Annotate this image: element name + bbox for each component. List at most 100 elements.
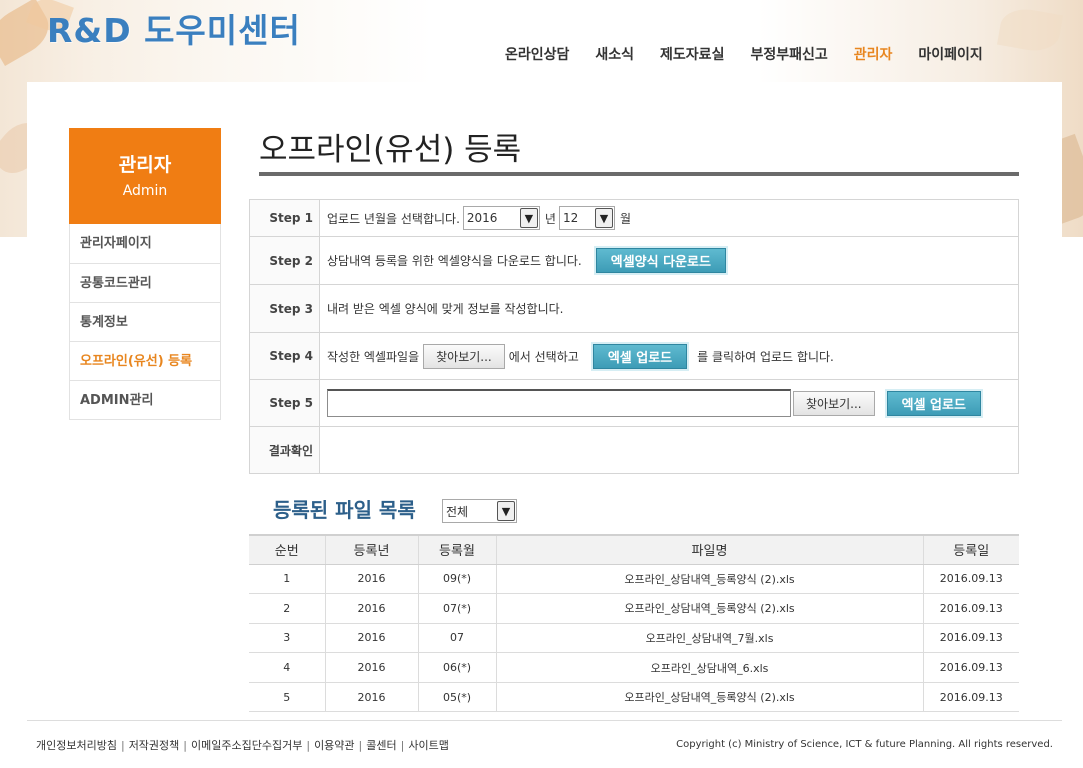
footer-divider [27,720,1062,721]
col-header-no: 순번 [249,534,325,565]
cell-filename[interactable]: 오프라인_상담내역_등록양식 (2).xls [495,682,923,713]
cell-year: 2016 [324,623,418,654]
footer-separator: | [183,739,188,752]
step-label: Step 4 [250,333,320,379]
sidebar-item-admin-page[interactable]: 관리자페이지 [70,224,220,263]
footer-link-callcenter[interactable]: 콜센터 [366,739,396,752]
cell-date: 2016.09.13 [922,682,1019,713]
cell-no: 2 [249,593,325,624]
result-label: 결과확인 [250,427,320,473]
page-title: 오프라인(유선) 등록 [259,132,522,168]
cell-no: 3 [249,623,325,654]
step-label: Step 1 [250,200,320,236]
file-list-title: 등록된 파일 목록 [273,498,416,522]
step-row-1: Step 1 업로드 년월을 선택합니다. 2016 ▼ 년 12 ▼ 월 [250,200,1018,236]
sidebar-menu: 관리자페이지 공통코드관리 통계정보 오프라인(유선) 등록 ADMIN관리 [69,224,221,420]
year-unit: 년 [544,211,556,226]
cell-year: 2016 [324,593,418,624]
global-nav: 온라인상담 새소식 제도자료실 부정부패신고 관리자 마이페이지 [505,44,1009,64]
step-row-4: Step 4 작성한 엑셀파일을 찾아보기... 에서 선택하고 엑셀 업로드 … [250,332,1018,379]
cell-month: 06(*) [417,652,496,683]
nav-item-news[interactable]: 새소식 [595,44,634,64]
chevron-down-icon: ▼ [497,501,515,521]
year-select-value: 2016 [466,211,498,225]
step-text: 에서 선택하고 [508,349,579,364]
step-row-3: Step 3 내려 받은 엑셀 양식에 맞게 정보를 작성합니다. [250,284,1018,332]
excel-upload-button[interactable]: 엑셀 업로드 [886,390,981,416]
col-header-filename: 파일명 [495,534,923,565]
file-path-input[interactable] [327,389,791,417]
filter-select-value: 전체 [446,504,469,519]
step-text: 를 클릭하여 업로드 합니다. [697,349,834,364]
col-header-month: 등록월 [417,534,496,565]
step-text: 내려 받은 엑셀 양식에 맞게 정보를 작성합니다. [327,302,564,316]
sidebar-item-common-code[interactable]: 공통코드관리 [70,263,220,302]
cell-year: 2016 [324,564,418,595]
cell-month: 09(*) [417,564,496,595]
sidebar-item-offline-register[interactable]: 오프라인(유선) 등록 [70,341,220,380]
cell-filename[interactable]: 오프라인_상담내역_등록양식 (2).xls [495,564,923,595]
footer-link-sitemap[interactable]: 사이트맵 [408,739,448,752]
footer-separator: | [120,739,125,752]
cell-date: 2016.09.13 [922,593,1019,624]
cell-date: 2016.09.13 [922,623,1019,654]
step-label: Step 3 [250,285,320,332]
cell-filename[interactable]: 오프라인_상담내역_등록양식 (2).xls [495,593,923,624]
step-label: Step 2 [250,237,320,284]
cell-year: 2016 [324,652,418,683]
table-row[interactable]: 1 2016 09(*) 오프라인_상담내역_등록양식 (2).xls 2016… [249,564,1019,595]
step-label: Step 5 [250,380,320,426]
nav-item-admin[interactable]: 관리자 [854,44,893,64]
footer-link-copyright[interactable]: 저작권정책 [129,739,180,752]
footer-link-email-policy[interactable]: 이메일주소집단수집거부 [191,739,302,752]
sidebar-item-admin-manage[interactable]: ADMIN관리 [70,380,220,419]
result-area [320,427,1018,473]
browse-button-example: 찾아보기... [423,343,505,369]
cell-date: 2016.09.13 [922,564,1019,595]
cell-no: 4 [249,652,325,683]
file-list-table: 순번 등록년 등록월 파일명 등록일 1 2016 09(*) 오프라인_상담내… [249,534,1019,713]
table-row[interactable]: 2 2016 07(*) 오프라인_상담내역_등록양식 (2).xls 2016… [249,593,1019,624]
cell-filename[interactable]: 오프라인_상담내역_7월.xls [495,623,923,654]
step-row-result: 결과확인 [250,426,1018,473]
cell-date: 2016.09.13 [922,652,1019,683]
footer-links: 개인정보처리방침 | 저작권정책 | 이메일주소집단수집거부 | 이용약관 | 콜센터 | 사이트맵 [36,737,449,753]
steps-table: Step 1 업로드 년월을 선택합니다. 2016 ▼ 년 12 ▼ 월 St… [249,199,1019,474]
cell-month: 05(*) [417,682,496,713]
sidebar-header: 관리자 Admin [69,128,221,224]
step-text: 작성한 엑셀파일을 [327,349,420,364]
month-select[interactable]: 12 ▼ [558,206,615,230]
footer-link-terms[interactable]: 이용약관 [314,739,354,752]
table-row[interactable]: 4 2016 06(*) 오프라인_상담내역_6.xls 2016.09.13 [249,652,1019,683]
excel-upload-button-example: 엑셀 업로드 [592,343,688,369]
cell-no: 5 [249,682,325,713]
title-divider [259,172,1019,176]
cell-filename[interactable]: 오프라인_상담내역_6.xls [495,652,923,683]
file-list-filter-select[interactable]: 전체 ▼ [442,499,517,523]
footer-separator: | [306,739,311,752]
sidebar-title: 관리자 [118,154,172,176]
browse-button[interactable]: 찾아보기... [793,390,875,416]
excel-template-download-button[interactable]: 엑셀양식 다운로드 [595,248,726,273]
cell-no: 1 [249,564,325,595]
month-select-value: 12 [562,211,579,225]
year-select[interactable]: 2016 ▼ [462,206,540,230]
table-row[interactable]: 5 2016 05(*) 오프라인_상담내역_등록양식 (2).xls 2016… [249,682,1019,713]
nav-item-mypage[interactable]: 마이페이지 [918,44,982,64]
sidebar-item-statistics[interactable]: 통계정보 [70,302,220,341]
chevron-down-icon: ▼ [594,208,613,228]
footer-link-privacy[interactable]: 개인정보처리방침 [36,739,117,752]
col-header-date: 등록일 [922,534,1019,565]
nav-item-archive[interactable]: 제도자료실 [660,44,724,64]
table-header-row: 순번 등록년 등록월 파일명 등록일 [249,534,1019,565]
step-text: 업로드 년월을 선택합니다. [327,211,460,226]
nav-item-report[interactable]: 부정부패신고 [750,44,827,64]
step-row-2: Step 2 상담내역 등록을 위한 엑셀양식을 다운로드 합니다. 엑셀양식 … [250,236,1018,284]
step-text: 상담내역 등록을 위한 엑셀양식을 다운로드 합니다. [327,254,582,268]
cell-year: 2016 [324,682,418,713]
table-row[interactable]: 3 2016 07 오프라인_상담내역_7월.xls 2016.09.13 [249,623,1019,654]
sidebar-subtitle: Admin [122,183,168,199]
site-logo[interactable]: R&D 도우미센터 [47,4,301,52]
nav-item-counsel[interactable]: 온라인상담 [505,44,569,64]
copyright-text: Copyright (c) Ministry of Science, ICT &… [676,739,1053,750]
